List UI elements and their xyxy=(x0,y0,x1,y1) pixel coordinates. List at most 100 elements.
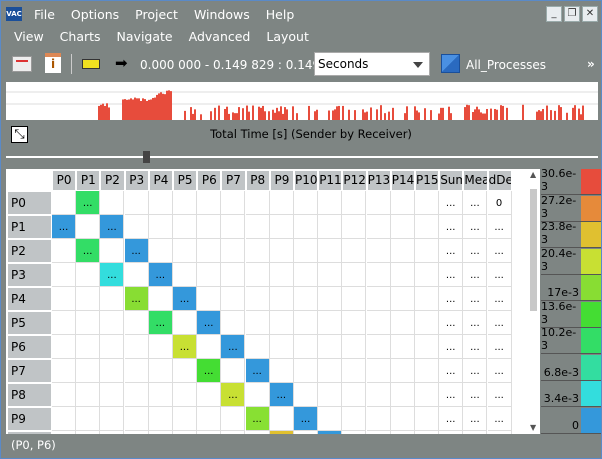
matrix-cell[interactable] xyxy=(100,191,125,215)
matrix-cell[interactable] xyxy=(342,287,367,311)
matrix-cell[interactable] xyxy=(76,287,101,311)
matrix-cell[interactable] xyxy=(366,191,391,215)
matrix-cell[interactable] xyxy=(342,263,367,287)
matrix-cell[interactable] xyxy=(100,239,125,263)
row-header[interactable]: P6 xyxy=(8,336,51,358)
matrix-cell[interactable] xyxy=(390,215,415,239)
matrix-cell[interactable] xyxy=(221,311,246,335)
matrix-cell[interactable] xyxy=(245,215,270,239)
menu-options[interactable]: Options xyxy=(63,7,127,22)
matrix-cell[interactable]: ... xyxy=(463,383,488,407)
matrix-cell[interactable] xyxy=(52,287,76,311)
matrix-cell[interactable] xyxy=(76,431,101,434)
column-header[interactable]: P5 xyxy=(174,171,197,190)
column-header[interactable]: P1 xyxy=(77,171,100,190)
matrix-cell[interactable]: ... xyxy=(148,311,173,335)
matrix-cell[interactable]: ... xyxy=(269,431,294,434)
matrix-cell[interactable]: ... xyxy=(439,383,464,407)
zoom-slider-handle[interactable] xyxy=(143,151,150,163)
matrix-cell[interactable] xyxy=(390,191,415,215)
close-button[interactable]: ✕ xyxy=(582,6,598,22)
matrix-cell[interactable]: ... xyxy=(439,239,464,263)
process-group-label[interactable]: All_Processes xyxy=(466,58,546,72)
matrix-cell[interactable] xyxy=(269,359,294,383)
matrix-cell[interactable] xyxy=(318,359,343,383)
matrix-cell[interactable]: ... xyxy=(173,335,197,359)
matrix-cell[interactable] xyxy=(124,215,149,239)
matrix-cell[interactable] xyxy=(197,335,222,359)
menu-help[interactable]: Help xyxy=(258,7,303,22)
matrix-cell[interactable]: ... xyxy=(463,359,488,383)
matrix-cell[interactable] xyxy=(76,407,101,431)
timeline-icon[interactable] xyxy=(12,56,32,72)
matrix-cell[interactable] xyxy=(415,431,439,434)
matrix-cell[interactable]: ... xyxy=(124,287,149,311)
toolbar-overflow[interactable]: » xyxy=(587,57,595,71)
matrix-cell[interactable] xyxy=(100,359,125,383)
matrix-cell[interactable] xyxy=(124,263,149,287)
row-header[interactable]: P0 xyxy=(8,192,51,214)
matrix-cell[interactable]: ... xyxy=(148,263,173,287)
matrix-cell[interactable] xyxy=(148,239,173,263)
matrix-cell[interactable] xyxy=(294,359,318,383)
matrix-cell[interactable] xyxy=(342,407,367,431)
matrix-cell[interactable] xyxy=(173,407,197,431)
matrix-cell[interactable] xyxy=(366,287,391,311)
matrix-cell[interactable]: ... xyxy=(463,191,488,215)
matrix-cell[interactable] xyxy=(100,431,125,434)
matrix-cell[interactable]: ... xyxy=(487,287,512,311)
matrix-cell[interactable] xyxy=(76,335,101,359)
matrix-cell[interactable]: ... xyxy=(52,215,76,239)
matrix-cell[interactable] xyxy=(390,263,415,287)
ruler-icon[interactable] xyxy=(82,59,100,69)
matrix-cell[interactable]: ... xyxy=(245,407,270,431)
matrix-cell[interactable]: ... xyxy=(487,359,512,383)
matrix-cell[interactable]: ... xyxy=(439,287,464,311)
matrix-cell[interactable] xyxy=(197,191,222,215)
matrix-cell[interactable]: ... xyxy=(487,383,512,407)
matrix-cell[interactable] xyxy=(221,431,246,434)
matrix-cell[interactable] xyxy=(173,263,197,287)
matrix-cell[interactable] xyxy=(366,239,391,263)
menu-navigate[interactable]: Navigate xyxy=(109,29,181,44)
matrix-cell[interactable] xyxy=(318,383,343,407)
matrix-cell[interactable] xyxy=(415,407,439,431)
matrix-cell[interactable] xyxy=(415,287,439,311)
matrix-cell[interactable] xyxy=(173,383,197,407)
matrix-cell[interactable] xyxy=(100,287,125,311)
matrix-cell[interactable]: ... xyxy=(487,263,512,287)
matrix-cell[interactable] xyxy=(415,311,439,335)
matrix-cell[interactable] xyxy=(342,215,367,239)
matrix-cell[interactable]: ... xyxy=(487,311,512,335)
matrix-cell[interactable]: ... xyxy=(318,431,343,434)
matrix-cell[interactable] xyxy=(415,263,439,287)
column-header[interactable]: Sum xyxy=(440,171,463,190)
matrix-cell[interactable] xyxy=(415,191,439,215)
row-header[interactable]: P10 xyxy=(8,432,51,434)
matrix-cell[interactable] xyxy=(415,359,439,383)
matrix-cell[interactable] xyxy=(197,431,222,434)
matrix-cell[interactable] xyxy=(366,407,391,431)
matrix-cell[interactable] xyxy=(100,383,125,407)
scroll-down-icon[interactable]: ▼ xyxy=(530,423,536,432)
row-header[interactable]: P4 xyxy=(8,288,51,310)
matrix-cell[interactable] xyxy=(390,311,415,335)
unit-select[interactable]: Seconds xyxy=(314,52,430,76)
matrix-cell[interactable] xyxy=(294,191,318,215)
matrix-cell[interactable] xyxy=(52,335,76,359)
matrix-cell[interactable] xyxy=(245,383,270,407)
matrix-cell[interactable] xyxy=(415,383,439,407)
matrix-cell[interactable]: ... xyxy=(463,287,488,311)
matrix-cell[interactable] xyxy=(52,239,76,263)
column-header[interactable]: P10 xyxy=(295,171,318,190)
matrix-cell[interactable] xyxy=(173,215,197,239)
matrix-cell[interactable] xyxy=(318,239,343,263)
matrix-cell[interactable] xyxy=(173,239,197,263)
matrix-cell[interactable]: ... xyxy=(487,239,512,263)
matrix-cell[interactable] xyxy=(124,383,149,407)
matrix-cell[interactable] xyxy=(173,311,197,335)
matrix-cell[interactable] xyxy=(221,191,246,215)
matrix-cell[interactable] xyxy=(342,359,367,383)
column-header[interactable]: P8 xyxy=(246,171,269,190)
matrix-cell[interactable]: ... xyxy=(173,287,197,311)
